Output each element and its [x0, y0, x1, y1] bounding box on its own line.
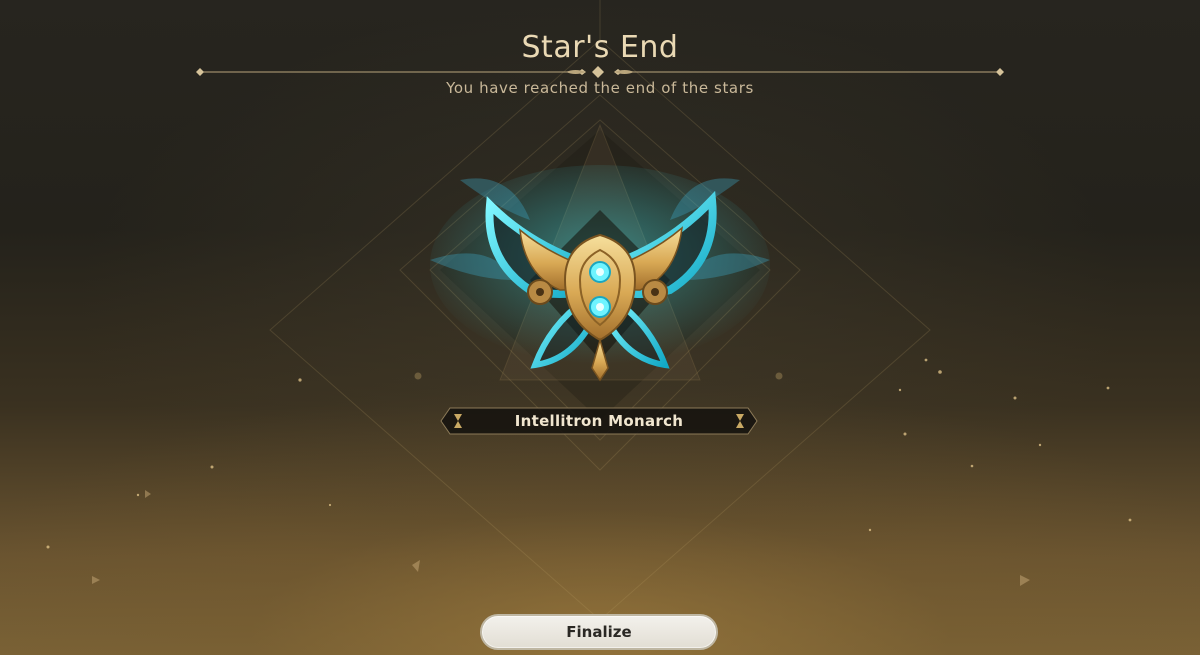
finalize-button[interactable]: Finalize: [480, 614, 718, 650]
page-title: Star's End: [521, 30, 679, 65]
reward-name: Intellitron Monarch: [514, 412, 684, 430]
butterfly-emblem-icon: [430, 165, 770, 382]
stars-end-screen: Star's End You have reached the end of t…: [0, 0, 1200, 655]
page-subtitle: You have reached the end of the stars: [446, 79, 754, 97]
